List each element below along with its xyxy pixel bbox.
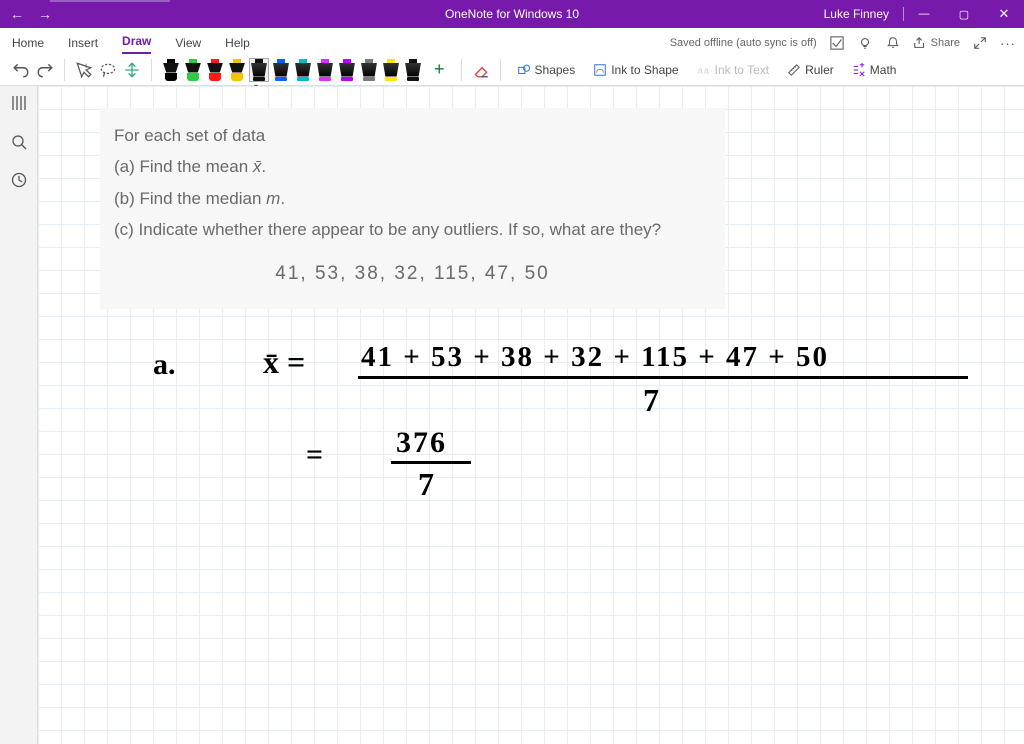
math-button[interactable]: Math bbox=[846, 63, 903, 77]
back-button[interactable]: ← bbox=[10, 6, 24, 22]
pen-slot-3[interactable] bbox=[228, 59, 246, 81]
hw-frac2-num: 376 bbox=[396, 426, 447, 460]
app-title: OneNote for Windows 10 bbox=[445, 7, 579, 21]
pen-slot-6[interactable] bbox=[294, 59, 312, 81]
tab-view[interactable]: View bbox=[175, 36, 201, 54]
lasso-icon[interactable] bbox=[99, 61, 117, 79]
hw-frac2-bar bbox=[391, 461, 471, 464]
hw-frac2-den: 7 bbox=[418, 466, 434, 503]
text-select-icon[interactable]: I bbox=[75, 61, 93, 79]
hw-denominator: 7 bbox=[643, 382, 659, 419]
ink-to-shape-button[interactable]: Ink to Shape bbox=[587, 63, 684, 77]
redo-button[interactable] bbox=[36, 61, 54, 79]
hw-numerator: 41 + 53 + 38 + 32 + 115 + 47 + 50 bbox=[361, 341, 829, 374]
pen-slot-10[interactable] bbox=[382, 59, 400, 81]
maximize-button[interactable]: ▢ bbox=[944, 0, 984, 28]
pen-slot-8[interactable] bbox=[338, 59, 356, 81]
notebooks-icon[interactable] bbox=[10, 94, 28, 116]
tab-help[interactable]: Help bbox=[225, 36, 250, 54]
problem-line-a: (a) Find the mean x̄. bbox=[114, 151, 711, 182]
forward-button[interactable]: → bbox=[38, 6, 52, 22]
problem-data-values: 41, 53, 38, 32, 115, 47, 50 bbox=[114, 246, 711, 291]
svg-text:I: I bbox=[85, 62, 87, 69]
hw-label-a: a. bbox=[153, 348, 176, 382]
insert-space-icon[interactable] bbox=[123, 61, 141, 79]
ruler-button[interactable]: Ruler bbox=[781, 63, 840, 77]
tab-insert[interactable]: Insert bbox=[68, 36, 98, 54]
close-button[interactable]: ✕ bbox=[984, 0, 1024, 28]
lightbulb-icon[interactable] bbox=[857, 35, 873, 51]
share-button[interactable]: Share bbox=[913, 36, 960, 50]
shapes-button[interactable]: Shapes bbox=[511, 63, 582, 77]
pen-slot-0[interactable] bbox=[162, 59, 180, 81]
eraser-icon[interactable] bbox=[472, 61, 490, 79]
save-status: Saved offline (auto sync is off) bbox=[670, 37, 817, 49]
svg-text:a: a bbox=[697, 65, 702, 75]
tab-home[interactable]: Home bbox=[12, 36, 44, 54]
bell-icon[interactable] bbox=[885, 35, 901, 51]
minimize-button[interactable]: — bbox=[904, 0, 944, 28]
expand-icon[interactable] bbox=[972, 35, 988, 51]
pen-slot-4[interactable] bbox=[250, 59, 268, 81]
user-name[interactable]: Luke Finney bbox=[810, 7, 903, 21]
problem-line-c: (c) Indicate whether there appear to be … bbox=[114, 214, 711, 245]
add-pen-button[interactable]: + bbox=[428, 59, 451, 80]
fullpage-icon[interactable] bbox=[829, 35, 845, 51]
draw-toolbar: I + Shapes Ink to Shape aa Ink to Text R… bbox=[0, 54, 1024, 86]
pen-slot-5[interactable] bbox=[272, 59, 290, 81]
hw-xbar: x̄ = bbox=[263, 344, 305, 381]
hw-equals-2: = bbox=[306, 438, 323, 472]
pen-slot-7[interactable] bbox=[316, 59, 334, 81]
recent-icon[interactable] bbox=[11, 172, 27, 192]
tab-draw[interactable]: Draw bbox=[122, 34, 151, 54]
search-icon[interactable] bbox=[11, 134, 27, 154]
svg-text:a: a bbox=[704, 65, 709, 75]
ink-to-text-button: aa Ink to Text bbox=[691, 63, 775, 77]
pen-slot-2[interactable] bbox=[206, 59, 224, 81]
page-canvas[interactable]: For each set of data (a) Find the mean x… bbox=[38, 86, 1024, 744]
problem-line-b: (b) Find the median m. bbox=[114, 183, 711, 214]
problem-intro: For each set of data bbox=[114, 120, 711, 151]
more-icon[interactable]: ··· bbox=[1000, 35, 1016, 51]
pen-slot-11[interactable] bbox=[404, 59, 422, 81]
undo-button[interactable] bbox=[12, 61, 30, 79]
pen-slot-1[interactable] bbox=[184, 59, 202, 81]
problem-text-box: For each set of data (a) Find the mean x… bbox=[100, 108, 725, 309]
hw-fraction-bar bbox=[358, 376, 968, 379]
pen-slot-9[interactable] bbox=[360, 59, 378, 81]
